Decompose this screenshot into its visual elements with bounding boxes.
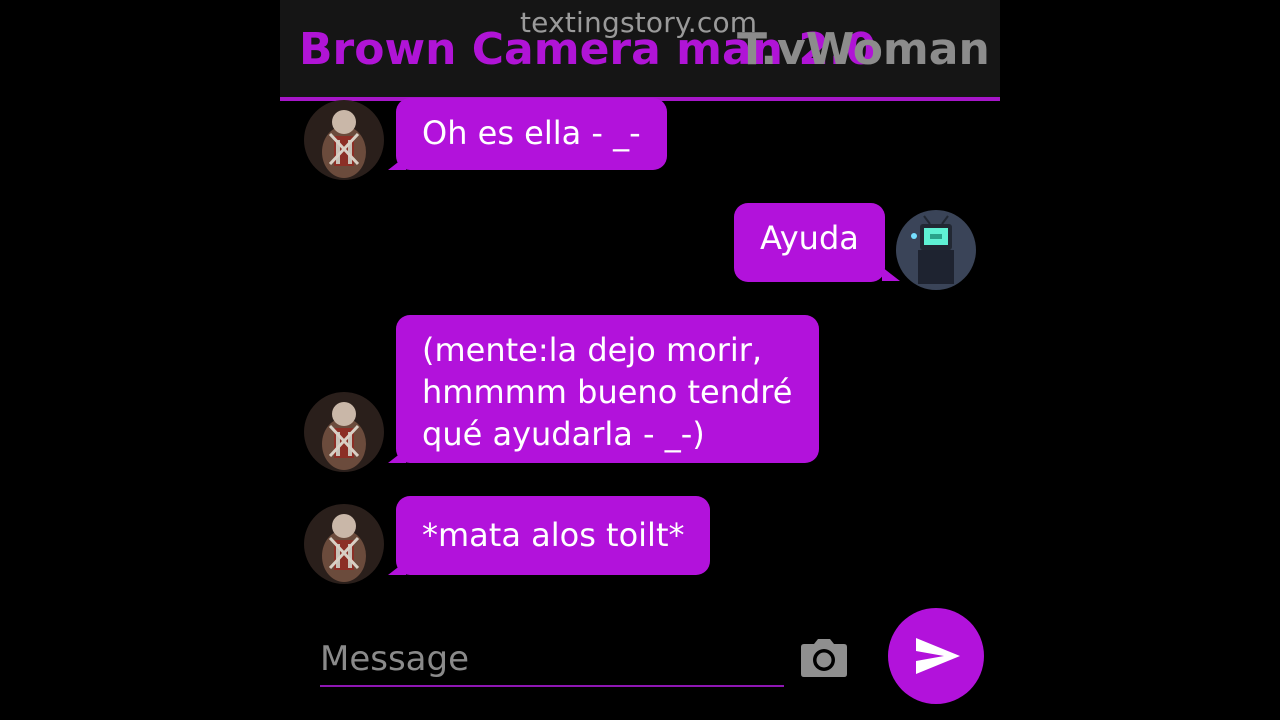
input-underline [320,685,784,687]
sender-avatar[interactable] [304,504,384,584]
chat-header: textingstory.com Brown Camera man 2.0 T.… [280,0,1000,101]
user-avatar[interactable] [896,210,976,290]
message-text: Oh es ella - _- [422,114,641,152]
message-bubble[interactable]: Ayuda [734,203,885,282]
message-bubble[interactable]: (mente:la dejo morir, hmmmm bueno tendré… [396,315,819,463]
camera-icon[interactable] [800,638,848,678]
contact-name-overlap: T.vWoman [737,24,990,75]
send-icon [916,638,960,674]
sender-avatar[interactable] [304,100,384,180]
message-input[interactable] [320,636,780,682]
message-text: Ayuda [760,219,859,257]
send-button[interactable] [888,608,984,704]
sender-avatar[interactable] [304,392,384,472]
chat-screen: textingstory.com Brown Camera man 2.0 T.… [280,0,1000,720]
message-bubble[interactable]: *mata alos toilt* [396,496,711,575]
message-line: hmmmm bueno tendré [422,373,793,411]
message-bubble[interactable]: Oh es ella - _- [396,98,667,170]
message-line: (mente:la dejo morir, [422,331,763,369]
message-line: qué ayudarla - _-) [422,415,705,453]
message-text: *mata alos toilt* [422,516,685,554]
